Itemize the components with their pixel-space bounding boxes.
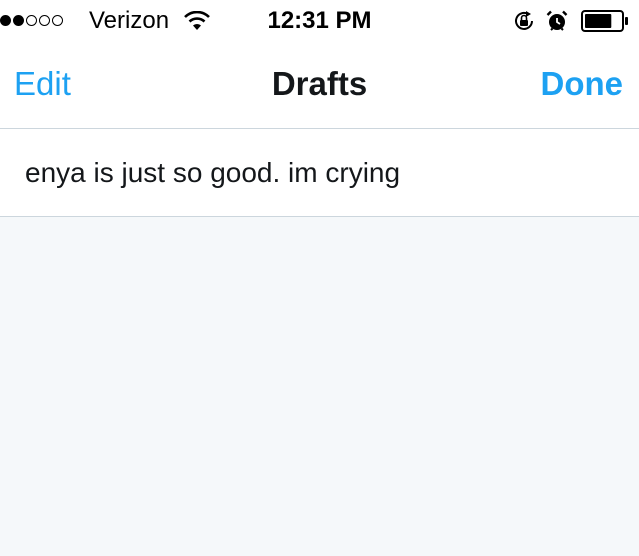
drafts-list: enya is just so good. im crying <box>0 129 639 217</box>
navigation-bar: Edit Drafts Done <box>0 40 639 129</box>
battery-icon <box>581 10 628 32</box>
draft-list-item[interactable]: enya is just so good. im crying <box>0 129 639 217</box>
status-time: 12:31 PM <box>267 7 372 34</box>
battery-level-fill <box>585 14 612 28</box>
draft-text: enya is just so good. im crying <box>25 157 401 188</box>
status-bar: Verizon 12:31 PM <box>0 0 639 40</box>
rotation-lock-icon <box>515 11 533 30</box>
alarm-icon <box>546 10 568 31</box>
done-button[interactable]: Done <box>541 65 624 103</box>
